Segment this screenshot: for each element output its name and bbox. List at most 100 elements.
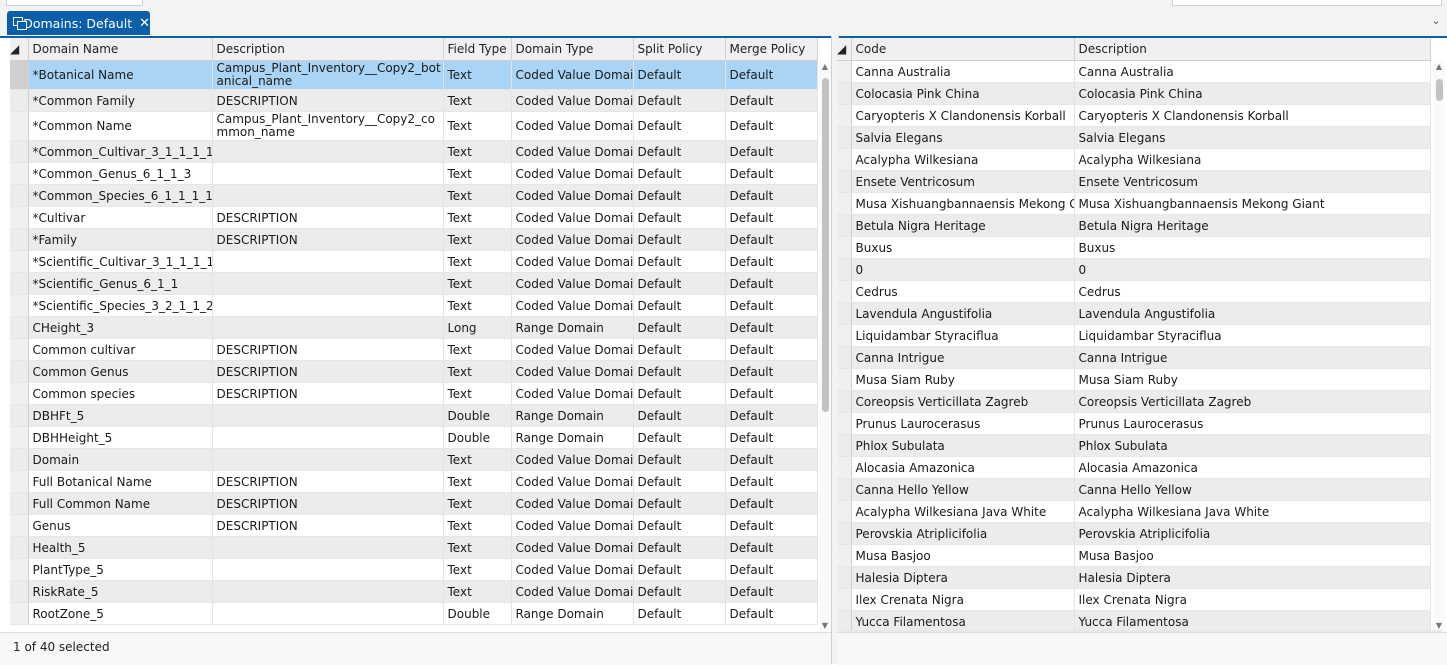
- row-header[interactable]: [10, 404, 29, 427]
- table-row[interactable]: CHeight_3 Long Range Domain Default Default: [10, 316, 818, 339]
- field-type-cell[interactable]: Text: [443, 448, 512, 471]
- row-header[interactable]: [837, 302, 852, 325]
- merge-policy-cell[interactable]: Default: [725, 250, 818, 273]
- domain-name-cell[interactable]: *Scientific_Genus_6_1_1: [28, 272, 213, 295]
- merge-policy-cell[interactable]: Default: [725, 536, 818, 559]
- domain-name-cell[interactable]: *Common_Species_6_1_1_1_1: [28, 184, 213, 207]
- description-cell[interactable]: [212, 536, 444, 559]
- column-header-description[interactable]: Description: [212, 38, 444, 61]
- split-policy-cell[interactable]: Default: [633, 140, 726, 163]
- description-cell[interactable]: DESCRIPTION: [212, 470, 444, 493]
- code-cell[interactable]: Salvia Elegans: [851, 126, 1075, 149]
- split-policy-cell[interactable]: Default: [633, 89, 726, 112]
- description-cell[interactable]: [212, 558, 444, 581]
- split-policy-cell[interactable]: Default: [633, 536, 726, 559]
- merge-policy-cell[interactable]: Default: [725, 514, 818, 537]
- split-policy-cell[interactable]: Default: [633, 382, 726, 405]
- code-cell[interactable]: Alocasia Amazonica: [851, 456, 1075, 479]
- domain-type-cell[interactable]: Coded Value Domain: [511, 272, 634, 295]
- merge-policy-cell[interactable]: Default: [725, 382, 818, 405]
- code-description-cell[interactable]: Ensete Ventricosum: [1074, 170, 1431, 193]
- merge-policy-cell[interactable]: Default: [725, 360, 818, 383]
- code-cell[interactable]: Musa Siam Ruby: [851, 368, 1075, 391]
- row-header[interactable]: [10, 492, 29, 515]
- merge-policy-cell[interactable]: Default: [725, 602, 818, 625]
- table-row[interactable]: Salvia Elegans Salvia Elegans: [837, 126, 1431, 149]
- domain-name-cell[interactable]: Full Botanical Name: [28, 470, 213, 493]
- table-row[interactable]: Genus DESCRIPTION Text Coded Value Domain De…: [10, 514, 818, 537]
- field-type-cell[interactable]: Text: [443, 514, 512, 537]
- merge-policy-cell[interactable]: Default: [725, 404, 818, 427]
- merge-policy-cell[interactable]: Default: [725, 294, 818, 317]
- merge-policy-cell[interactable]: Default: [725, 492, 818, 515]
- code-description-cell[interactable]: Salvia Elegans: [1074, 126, 1431, 149]
- domain-name-cell[interactable]: Common cultivar: [28, 338, 213, 361]
- table-row[interactable]: *Cultivar DESCRIPTION Text Coded Value Doma…: [10, 206, 818, 229]
- table-row[interactable]: *Common_Cultivar_3_1_1_1_1_1 Text Coded Va…: [10, 140, 818, 163]
- table-row[interactable]: Halesia Diptera Halesia Diptera: [837, 566, 1431, 589]
- description-cell[interactable]: DESCRIPTION: [212, 206, 444, 229]
- field-type-cell[interactable]: Text: [443, 60, 512, 90]
- table-row[interactable]: Ensete Ventricosum Ensete Ventricosum: [837, 170, 1431, 193]
- domain-type-cell[interactable]: Coded Value Domain: [511, 536, 634, 559]
- domains-vertical-scrollbar[interactable]: ▲ ▼: [819, 61, 831, 632]
- code-description-cell[interactable]: Alocasia Amazonica: [1074, 456, 1431, 479]
- split-policy-cell[interactable]: Default: [633, 602, 726, 625]
- table-row[interactable]: *Scientific_Genus_6_1_1 Text Coded Value D…: [10, 272, 818, 295]
- row-header[interactable]: [837, 588, 852, 611]
- code-description-cell[interactable]: Liquidambar Styraciflua: [1074, 324, 1431, 347]
- code-cell[interactable]: Musa Xishuangbannaensis Mekong Giant: [851, 192, 1075, 215]
- domain-name-cell[interactable]: Domain: [28, 448, 213, 471]
- field-type-cell[interactable]: Double: [443, 602, 512, 625]
- table-row[interactable]: Cedrus Cedrus: [837, 280, 1431, 303]
- table-row[interactable]: Alocasia Amazonica Alocasia Amazonica: [837, 456, 1431, 479]
- row-header[interactable]: [837, 346, 852, 369]
- row-header[interactable]: [837, 324, 852, 347]
- code-cell[interactable]: 0: [851, 258, 1075, 281]
- row-header[interactable]: [837, 60, 852, 83]
- field-type-cell[interactable]: Text: [443, 250, 512, 273]
- field-type-cell[interactable]: Text: [443, 338, 512, 361]
- split-policy-cell[interactable]: Default: [633, 448, 726, 471]
- field-type-cell[interactable]: Double: [443, 404, 512, 427]
- description-cell[interactable]: [212, 426, 444, 449]
- description-cell[interactable]: [212, 448, 444, 471]
- merge-policy-cell[interactable]: Default: [725, 206, 818, 229]
- row-header[interactable]: [10, 184, 29, 207]
- description-cell[interactable]: [212, 250, 444, 273]
- row-header[interactable]: [837, 390, 852, 413]
- split-policy-cell[interactable]: Default: [633, 184, 726, 207]
- merge-policy-cell[interactable]: Default: [725, 580, 818, 603]
- domain-name-cell[interactable]: *Scientific_Species_3_2_1_1_2: [28, 294, 213, 317]
- table-row[interactable]: RiskRate_5 Text Coded Value Domain Default D…: [10, 580, 818, 603]
- close-icon[interactable]: ✕: [139, 17, 150, 30]
- code-cell[interactable]: Ensete Ventricosum: [851, 170, 1075, 193]
- code-description-cell[interactable]: Musa Xishuangbannaensis Mekong Giant: [1074, 192, 1431, 215]
- field-type-cell[interactable]: Text: [443, 558, 512, 581]
- scroll-up-icon[interactable]: ▲: [1433, 61, 1445, 73]
- table-row[interactable]: Musa Basjoo Musa Basjoo: [837, 544, 1431, 567]
- row-header[interactable]: [10, 360, 29, 383]
- split-policy-cell[interactable]: Default: [633, 580, 726, 603]
- split-policy-cell[interactable]: Default: [633, 514, 726, 537]
- row-header[interactable]: [10, 316, 29, 339]
- domain-name-cell[interactable]: Common Genus: [28, 360, 213, 383]
- row-header[interactable]: [837, 258, 852, 281]
- table-row[interactable]: Health_5 Text Coded Value Domain Default Def…: [10, 536, 818, 559]
- coded-values-grid[interactable]: ◢ Code Description Canna Australia Canna …: [837, 38, 1447, 633]
- field-type-cell[interactable]: Text: [443, 470, 512, 493]
- domain-name-cell[interactable]: *Scientific_Cultivar_3_1_1_1_1_1: [28, 250, 213, 273]
- column-header-code[interactable]: Code: [851, 38, 1075, 61]
- merge-policy-cell[interactable]: Default: [725, 111, 818, 141]
- code-cell[interactable]: Caryopteris X Clandonensis Korball: [851, 104, 1075, 127]
- domain-name-cell[interactable]: *Common_Cultivar_3_1_1_1_1_1: [28, 140, 213, 163]
- domain-type-cell[interactable]: Coded Value Domain: [511, 250, 634, 273]
- table-row[interactable]: Acalypha Wilkesiana Java White Acalypha W…: [837, 500, 1431, 523]
- table-row[interactable]: Phlox Subulata Phlox Subulata: [837, 434, 1431, 457]
- domain-type-cell[interactable]: Coded Value Domain: [511, 206, 634, 229]
- table-row[interactable]: 00: [837, 258, 1431, 281]
- domain-type-cell[interactable]: Coded Value Domain: [511, 580, 634, 603]
- split-policy-cell[interactable]: Default: [633, 470, 726, 493]
- merge-policy-cell[interactable]: Default: [725, 60, 818, 90]
- field-type-cell[interactable]: Text: [443, 184, 512, 207]
